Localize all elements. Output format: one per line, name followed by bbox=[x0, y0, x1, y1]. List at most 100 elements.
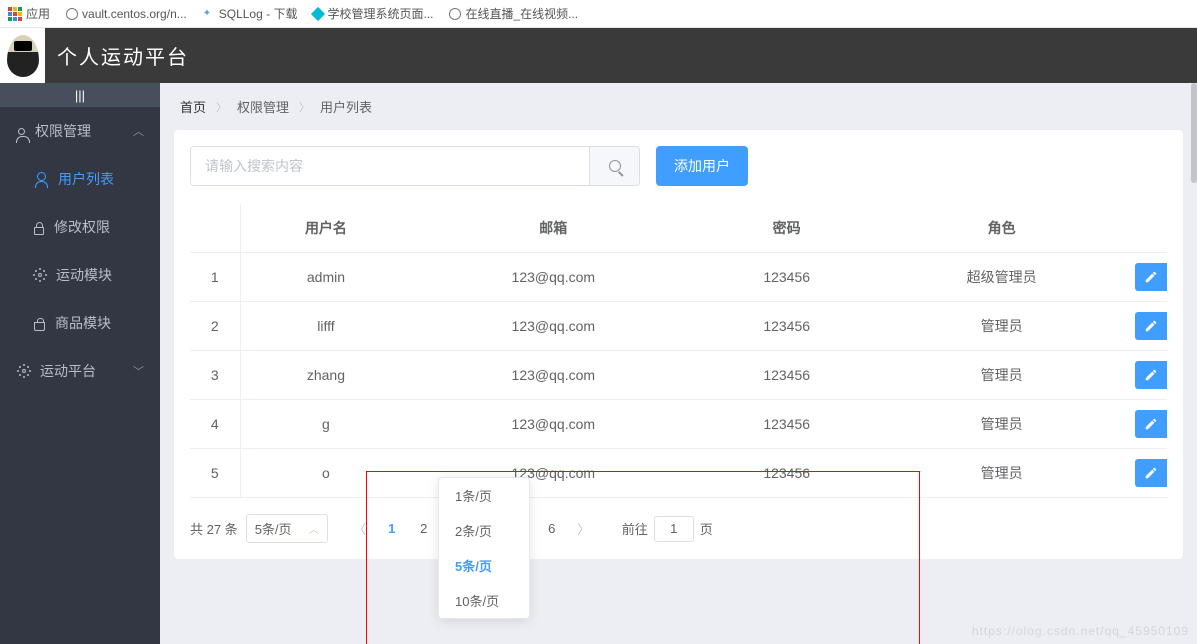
cell-index: 1 bbox=[190, 253, 240, 302]
table-row: 4g123@qq.com123456管理员 bbox=[190, 400, 1167, 449]
cell-user: zhang bbox=[240, 351, 411, 400]
search-button[interactable] bbox=[589, 147, 639, 185]
sidebar-item-user-list[interactable]: 用户列表 bbox=[0, 155, 160, 203]
app-title: 个人运动平台 bbox=[57, 41, 189, 70]
edit-button[interactable] bbox=[1135, 459, 1167, 487]
avatar[interactable] bbox=[0, 28, 45, 83]
cell-password: 123456 bbox=[695, 400, 878, 449]
table-header-index bbox=[190, 204, 240, 253]
chevron-up-icon: ︿ bbox=[133, 123, 144, 139]
user-icon bbox=[18, 128, 25, 135]
cell-role: 管理员 bbox=[878, 449, 1125, 498]
person-icon bbox=[34, 172, 48, 186]
cell-email: 123@qq.com bbox=[411, 253, 695, 302]
breadcrumb-home[interactable]: 首页 bbox=[180, 97, 206, 116]
breadcrumb-sep-icon: 〉 bbox=[216, 99, 227, 115]
apps-grid-icon bbox=[8, 7, 22, 21]
scrollbar[interactable] bbox=[1191, 83, 1197, 183]
sidebar-collapse[interactable]: ||| bbox=[0, 83, 160, 107]
apps-shortcut[interactable]: 应用 bbox=[8, 5, 50, 22]
cell-email: 123@qq.com bbox=[411, 400, 695, 449]
sidebar: ||| 权限管理 ︿ 用户列表 修改权限 运动模块 商品模块 运动平台 ﹀ bbox=[0, 83, 160, 644]
app-header: 个人运动平台 bbox=[0, 28, 1197, 83]
users-table: 用户名 邮箱 密码 角色 1admin123@qq.com123456超级管理员… bbox=[190, 204, 1167, 498]
dropdown-option[interactable]: 2条/页 bbox=[439, 513, 529, 548]
pagination-total: 共 27 条 bbox=[190, 519, 238, 538]
pager-jump: 前往 页 bbox=[622, 516, 713, 542]
page-size-dropdown: 1条/页2条/页5条/页10条/页 bbox=[438, 477, 530, 619]
goods-icon bbox=[34, 322, 45, 331]
pager-next[interactable]: 〉 bbox=[570, 515, 598, 543]
cell-index: 5 bbox=[190, 449, 240, 498]
content-card: 添加用户 用户名 邮箱 密码 角色 1admin123@qq.com123456… bbox=[174, 130, 1183, 559]
sidebar-group-permissions[interactable]: 权限管理 ︿ bbox=[0, 107, 160, 155]
table-header-email: 邮箱 bbox=[411, 204, 695, 253]
edit-button[interactable] bbox=[1135, 312, 1167, 340]
cell-password: 123456 bbox=[695, 351, 878, 400]
add-user-button[interactable]: 添加用户 bbox=[656, 146, 748, 186]
globe-icon bbox=[66, 8, 78, 20]
bookmark-item[interactable]: 学校管理系统页面... bbox=[313, 5, 433, 22]
cell-email: 123@qq.com bbox=[411, 302, 695, 351]
table-row: 5o123@qq.com123456管理员 bbox=[190, 449, 1167, 498]
cell-password: 123456 bbox=[695, 449, 878, 498]
edit-button[interactable] bbox=[1135, 361, 1167, 389]
cell-user: admin bbox=[240, 253, 411, 302]
table-row: 1admin123@qq.com123456超级管理员 bbox=[190, 253, 1167, 302]
search-input[interactable] bbox=[191, 147, 589, 185]
main-content: 首页 〉 权限管理 〉 用户列表 添加用户 用户名 邮箱 密码 角色 bbox=[160, 83, 1197, 644]
browser-bookmarks-bar: 应用 vault.centos.org/n... ✦SQLLog - 下载 学校… bbox=[0, 0, 1197, 28]
search-wrapper bbox=[190, 146, 640, 186]
apps-label: 应用 bbox=[26, 5, 50, 22]
cell-user: o bbox=[240, 449, 411, 498]
cell-password: 123456 bbox=[695, 302, 878, 351]
bookmark-item[interactable]: vault.centos.org/n... bbox=[66, 7, 187, 21]
cell-role: 超级管理员 bbox=[878, 253, 1125, 302]
sidebar-item-goods-module[interactable]: 商品模块 bbox=[0, 299, 160, 347]
cell-index: 2 bbox=[190, 302, 240, 351]
breadcrumb-sep-icon: 〉 bbox=[299, 99, 310, 115]
cell-role: 管理员 bbox=[878, 400, 1125, 449]
cell-role: 管理员 bbox=[878, 302, 1125, 351]
cell-role: 管理员 bbox=[878, 351, 1125, 400]
pager-page[interactable]: 1 bbox=[378, 515, 406, 543]
sql-icon: ✦ bbox=[203, 8, 215, 20]
pager-page[interactable]: 6 bbox=[538, 515, 566, 543]
cell-index: 3 bbox=[190, 351, 240, 400]
lock-icon bbox=[34, 227, 44, 235]
edit-button[interactable] bbox=[1135, 263, 1167, 291]
table-header-user: 用户名 bbox=[240, 204, 411, 253]
page-size-selector[interactable]: 5条/页 ︿ bbox=[246, 514, 328, 543]
pagination: 共 27 条 5条/页 ︿ 〈 123456 〉 前往 页 bbox=[190, 514, 1167, 543]
sidebar-item-modify-permission[interactable]: 修改权限 bbox=[0, 203, 160, 251]
chevron-down-icon: ﹀ bbox=[133, 363, 144, 379]
table-row: 3zhang123@qq.com123456管理员 bbox=[190, 351, 1167, 400]
pager-jump-input[interactable] bbox=[654, 516, 694, 542]
table-header-password: 密码 bbox=[695, 204, 878, 253]
cell-user: g bbox=[240, 400, 411, 449]
cell-password: 123456 bbox=[695, 253, 878, 302]
dropdown-option[interactable]: 5条/页 bbox=[439, 548, 529, 583]
table-header-role: 角色 bbox=[878, 204, 1125, 253]
cell-index: 4 bbox=[190, 400, 240, 449]
sun-icon bbox=[38, 273, 42, 277]
dropdown-option[interactable]: 1条/页 bbox=[439, 478, 529, 513]
search-icon bbox=[609, 160, 621, 172]
watermark: https://olog.csdn.net/qq_45950109 bbox=[972, 624, 1189, 638]
bookmark-item[interactable]: ✦SQLLog - 下载 bbox=[203, 5, 298, 22]
edit-button[interactable] bbox=[1135, 410, 1167, 438]
cell-email: 123@qq.com bbox=[411, 351, 695, 400]
pager-prev[interactable]: 〈 bbox=[346, 515, 374, 543]
chevron-up-icon: ︿ bbox=[309, 521, 319, 536]
table-row: 2lifff123@qq.com123456管理员 bbox=[190, 302, 1167, 351]
cell-user: lifff bbox=[240, 302, 411, 351]
sun-icon bbox=[22, 369, 26, 373]
pager-page[interactable]: 2 bbox=[410, 515, 438, 543]
diamond-icon bbox=[311, 6, 325, 20]
dropdown-option[interactable]: 10条/页 bbox=[439, 583, 529, 618]
breadcrumb-item[interactable]: 权限管理 bbox=[237, 97, 289, 116]
globe-icon bbox=[449, 8, 461, 20]
sidebar-item-sport-module[interactable]: 运动模块 bbox=[0, 251, 160, 299]
bookmark-item[interactable]: 在线直播_在线视频... bbox=[449, 5, 578, 22]
sidebar-group-sport-platform[interactable]: 运动平台 ﹀ bbox=[0, 347, 160, 395]
